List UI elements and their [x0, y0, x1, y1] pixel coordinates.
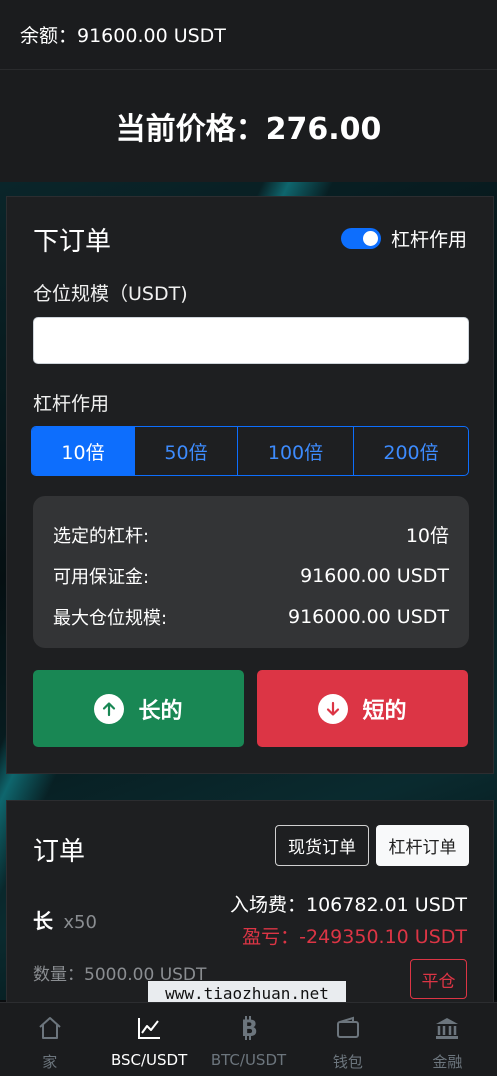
arrow-down-circle-icon: [318, 693, 349, 724]
leverage-option-200x[interactable]: 200倍: [354, 427, 468, 475]
position-entry-fee: 入场费：106782.01 USDT: [230, 894, 467, 916]
orders-card-title: 订单: [33, 837, 86, 867]
balance-text: 余额：91600.00 USDT: [20, 25, 226, 47]
tab-leverage-orders[interactable]: 杠杆订单: [376, 825, 469, 866]
max-position-label: 最大仓位规模:: [53, 607, 168, 629]
bottom-nav: 家 BSC/USDT B BTC/USDT 钱包 金融: [0, 1002, 497, 1076]
leverage-toggle[interactable]: [340, 228, 381, 249]
place-order-card: 下订单 杠杆作用 仓位规模（USDT) 杠杆作用 10倍 50倍 100倍 20…: [6, 196, 494, 774]
order-info-box: 选定的杠杆: 10倍 可用保证金: 91600.00 USDT 最大仓位规模: …: [33, 496, 469, 648]
available-margin-label: 可用保证金:: [53, 566, 150, 588]
leverage-option-50x[interactable]: 50倍: [135, 427, 238, 475]
nav-item-home[interactable]: 家: [0, 1003, 99, 1076]
nav-label-bsc-usdt: BSC/USDT: [110, 1051, 188, 1069]
max-position-value: 916000.00 USDT: [288, 605, 449, 628]
position-size-label: 仓位规模（USDT): [33, 283, 188, 305]
nav-label-home: 家: [42, 1053, 58, 1071]
position-direction: 长: [33, 909, 53, 933]
nav-label-btc-usdt: BTC/USDT: [210, 1051, 287, 1069]
leverage-option-10x[interactable]: 10倍: [32, 427, 135, 475]
position-direction-wrap: 长 x50: [33, 905, 97, 934]
leverage-label: 杠杆作用: [33, 393, 110, 415]
nav-item-bsc-usdt[interactable]: BSC/USDT: [99, 1003, 198, 1076]
bank-icon: [434, 1013, 460, 1043]
balance-bar: 余额：91600.00 USDT: [0, 0, 497, 70]
position-pnl: 盈亏：-249350.10 USDT: [242, 926, 467, 948]
info-row-available-margin: 可用保证金: 91600.00 USDT: [53, 555, 449, 596]
close-position-button[interactable]: 平仓: [410, 959, 467, 999]
wallet-icon: [335, 1013, 361, 1043]
current-price: 当前价格：276.00: [115, 112, 382, 147]
selected-leverage-value: 10倍: [405, 525, 449, 547]
nav-label-finance: 金融: [432, 1053, 463, 1071]
position-size-input[interactable]: [33, 317, 469, 364]
chart-line-icon: [136, 1013, 162, 1043]
bitcoin-icon: B: [238, 1013, 260, 1043]
home-icon: [37, 1013, 63, 1043]
price-bar: 当前价格：276.00: [0, 70, 497, 182]
nav-label-wallet: 钱包: [332, 1053, 363, 1071]
long-button[interactable]: 长的: [33, 670, 244, 747]
leverage-selector: 10倍 50倍 100倍 200倍: [31, 426, 469, 476]
nav-item-wallet[interactable]: 钱包: [298, 1003, 397, 1076]
nav-item-btc-usdt[interactable]: B BTC/USDT: [199, 1003, 298, 1076]
long-button-label: 长的: [138, 698, 183, 724]
toggle-knob: [362, 231, 378, 246]
tab-spot-orders[interactable]: 现货订单: [275, 825, 369, 866]
short-button-label: 短的: [362, 698, 407, 724]
leverage-toggle-wrap[interactable]: 杠杆作用: [340, 225, 467, 252]
leverage-toggle-label: 杠杆作用: [390, 229, 467, 251]
orders-card: 订单 现货订单 杠杆订单 长 x50 入场费：106782.01 USDT 盈亏…: [6, 800, 494, 1005]
nav-item-finance[interactable]: 金融: [398, 1003, 497, 1076]
info-row-max-position: 最大仓位规模: 916000.00 USDT: [53, 596, 449, 637]
arrow-up-circle-icon: [94, 693, 125, 724]
short-button[interactable]: 短的: [257, 670, 468, 747]
order-card-title: 下订单: [33, 227, 112, 257]
available-margin-value: 91600.00 USDT: [300, 564, 449, 587]
selected-leverage-label: 选定的杠杆:: [53, 525, 150, 547]
info-row-selected-leverage: 选定的杠杆: 10倍: [53, 514, 449, 555]
leverage-option-100x[interactable]: 100倍: [238, 427, 354, 475]
position-multiplier: x50: [63, 912, 97, 933]
